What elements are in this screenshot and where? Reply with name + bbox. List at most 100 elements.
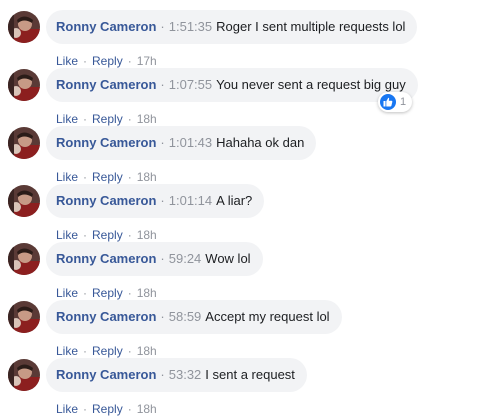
video-timecode[interactable]: 1:01:14 [169,193,212,209]
comment-author[interactable]: Ronny Cameron [56,193,156,209]
comment-actions: Like · Reply · 18h [56,401,157,417]
comment-age[interactable]: 17h [137,54,157,68]
avatar-image [8,11,40,43]
reply-button[interactable]: Reply [92,402,123,416]
comment-text: Roger I sent multiple requests lol [216,19,406,34]
comment-bubble: Ronny Cameron · 1:07:55 You never sent a… [46,68,418,102]
reply-button[interactable]: Reply [92,228,123,242]
comment-bubble: Ronny Cameron · 1:01:43 Hahaha ok dan [46,126,317,160]
comment-bubble: Ronny Cameron · 1:01:14 A liar? [46,184,265,218]
comment-item: Ronny Cameron · 59:24 Wow lol Like · Reply… [0,242,488,300]
like-button[interactable]: Like [56,228,78,242]
comment-bubble: Ronny Cameron · 53:32 I sent a request [46,358,307,392]
comment-actions: Like · Reply · 17h [56,53,157,69]
separator: · [127,402,132,416]
comment-author[interactable]: Ronny Cameron [56,309,156,325]
separator: · [160,135,165,150]
comment-text: You never sent a request big guy [216,77,406,92]
separator: · [160,77,165,92]
like-button[interactable]: Like [56,402,78,416]
comment-actions: Like · Reply · 18h [56,111,157,127]
thumbs-up-icon [380,94,396,110]
reaction-count: 1 [400,96,407,108]
like-button[interactable]: Like [56,344,78,358]
reply-button[interactable]: Reply [92,112,123,126]
comment-item: Ronny Cameron · 1:01:43 Hahaha ok dan Li… [0,126,488,184]
avatar-image [8,69,40,101]
comment-text: I sent a request [205,367,295,382]
avatar-image [8,359,40,391]
separator: · [127,286,132,300]
comment-author[interactable]: Ronny Cameron [56,367,156,383]
reply-button[interactable]: Reply [92,286,123,300]
comment-text: Accept my request lol [205,309,330,324]
avatar[interactable] [8,243,40,275]
comment-text: A liar? [216,193,253,208]
separator: · [83,228,88,242]
comment-age[interactable]: 18h [137,344,157,358]
comment-item: Ronny Cameron · 1:01:14 A liar? Like · Rep… [0,184,488,242]
avatar[interactable] [8,11,40,43]
avatar-image [8,127,40,159]
comment-actions: Like · Reply · 18h [56,227,157,243]
separator: · [83,344,88,358]
video-timecode[interactable]: 1:51:35 [169,19,212,35]
reply-button[interactable]: Reply [92,54,123,68]
separator: · [160,309,165,324]
video-timecode[interactable]: 58:59 [169,309,202,325]
avatar[interactable] [8,359,40,391]
comment-item: Ronny Cameron · 58:59 Accept my request … [0,300,488,358]
separator: · [127,344,132,358]
avatar-image [8,243,40,275]
comment-actions: Like · Reply · 18h [56,169,157,185]
comment-item: Ronny Cameron · 1:51:35 Roger I sent mul… [0,10,488,68]
comment-age[interactable]: 18h [137,402,157,416]
separator: · [127,112,132,126]
video-timecode[interactable]: 1:01:43 [169,135,212,151]
like-button[interactable]: Like [56,170,78,184]
video-timecode[interactable]: 53:32 [169,367,202,383]
like-button[interactable]: Like [56,112,78,126]
separator: · [127,228,132,242]
comment-item: Ronny Cameron · 53:32 I sent a request L… [0,358,488,416]
comment-actions: Like · Reply · 18h [56,285,157,301]
separator: · [160,193,165,208]
comment-age[interactable]: 18h [137,228,157,242]
separator: · [83,402,88,416]
reply-button[interactable]: Reply [92,170,123,184]
comment-author[interactable]: Ronny Cameron [56,135,156,151]
separator: · [160,251,165,266]
comment-bubble: Ronny Cameron · 58:59 Accept my request … [46,300,342,334]
like-button[interactable]: Like [56,286,78,300]
comment-author[interactable]: Ronny Cameron [56,77,156,93]
reply-button[interactable]: Reply [92,344,123,358]
comment-text: Wow lol [205,251,251,266]
comment-age[interactable]: 18h [137,112,157,126]
video-timecode[interactable]: 1:07:55 [169,77,212,93]
separator: · [83,170,88,184]
avatar[interactable] [8,127,40,159]
reaction-count-badge[interactable]: 1 [378,92,413,112]
avatar[interactable] [8,185,40,217]
comment-bubble: Ronny Cameron · 59:24 Wow lol [46,242,263,276]
comment-age[interactable]: 18h [137,286,157,300]
separator: · [127,170,132,184]
separator: · [83,286,88,300]
video-timecode[interactable]: 59:24 [169,251,202,267]
comment-item: Ronny Cameron · 1:07:55 You never sent a… [0,68,488,126]
separator: · [160,19,165,34]
comment-author[interactable]: Ronny Cameron [56,19,156,35]
like-button[interactable]: Like [56,54,78,68]
comment-author[interactable]: Ronny Cameron [56,251,156,267]
separator: · [127,54,132,68]
comment-actions: Like · Reply · 18h [56,343,157,359]
separator: · [83,112,88,126]
separator: · [83,54,88,68]
avatar[interactable] [8,69,40,101]
avatar[interactable] [8,301,40,333]
comment-age[interactable]: 18h [137,170,157,184]
comment-text: Hahaha ok dan [216,135,305,150]
comment-bubble: Ronny Cameron · 1:51:35 Roger I sent mul… [46,10,418,44]
separator: · [160,367,165,382]
avatar-image [8,301,40,333]
